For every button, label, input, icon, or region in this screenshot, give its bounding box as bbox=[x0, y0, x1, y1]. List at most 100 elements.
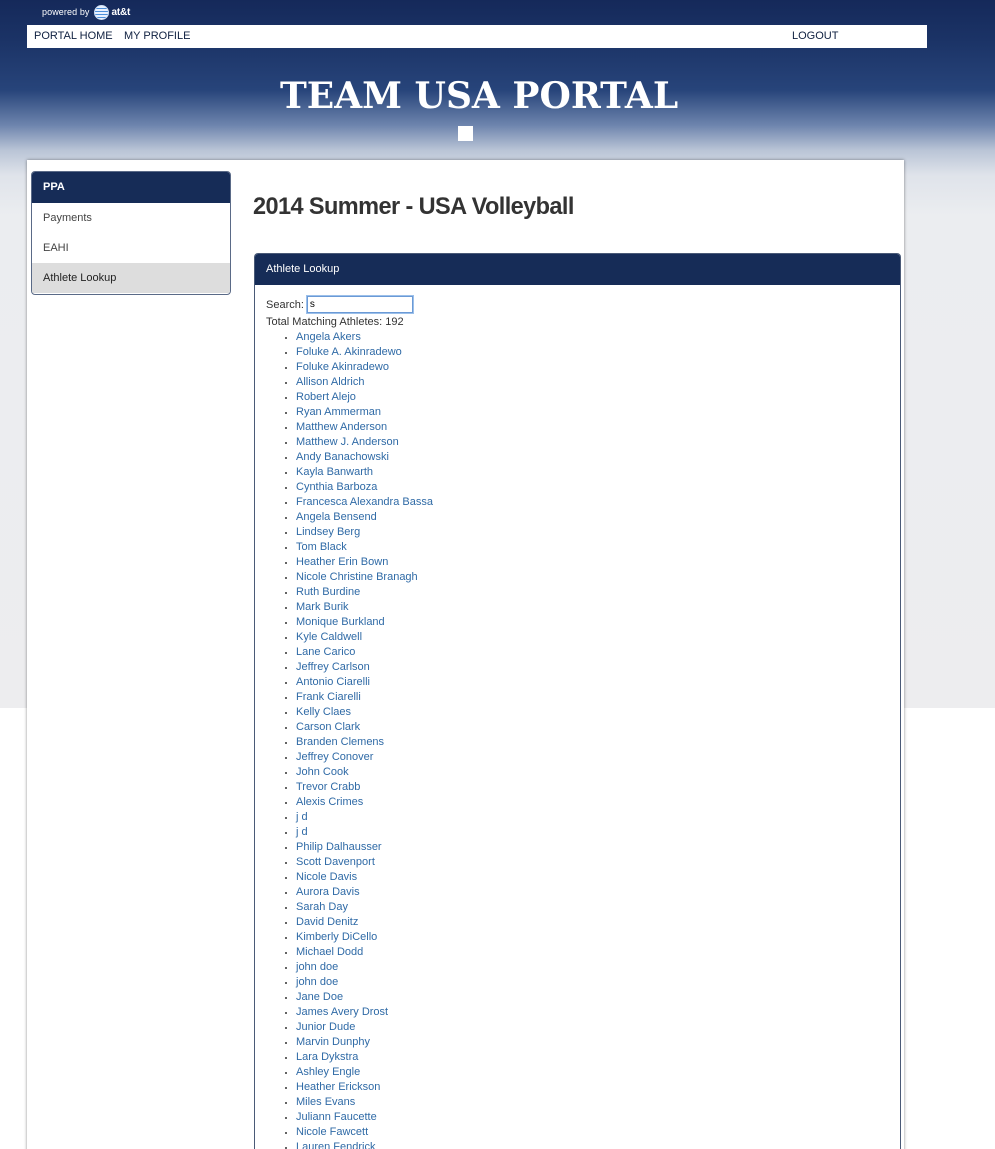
athlete-link[interactable]: Ashley Engle bbox=[296, 1066, 360, 1078]
athlete-link[interactable]: Ryan Ammerman bbox=[296, 406, 381, 418]
list-item: Mark Burik bbox=[296, 600, 433, 615]
list-item: Lara Dykstra bbox=[296, 1050, 433, 1065]
list-item: Kimberly DiCello bbox=[296, 930, 433, 945]
list-item: Nicole Davis bbox=[296, 870, 433, 885]
nav-logout[interactable]: LOGOUT bbox=[792, 30, 838, 42]
athlete-link[interactable]: Miles Evans bbox=[296, 1096, 355, 1108]
athlete-link[interactable]: Frank Ciarelli bbox=[296, 691, 361, 703]
athlete-link[interactable]: David Denitz bbox=[296, 916, 358, 928]
athlete-link[interactable]: Jeffrey Carlson bbox=[296, 661, 370, 673]
athlete-link[interactable]: Monique Burkland bbox=[296, 616, 385, 628]
list-item: Heather Erin Bown bbox=[296, 555, 433, 570]
athlete-link[interactable]: Heather Erickson bbox=[296, 1081, 380, 1093]
athlete-link[interactable]: Marvin Dunphy bbox=[296, 1036, 370, 1048]
athlete-link[interactable]: Andy Banachowski bbox=[296, 451, 389, 463]
athlete-link[interactable]: John Cook bbox=[296, 766, 349, 778]
list-item: Branden Clemens bbox=[296, 735, 433, 750]
athlete-link[interactable]: Mark Burik bbox=[296, 601, 349, 613]
list-item: Jeffrey Conover bbox=[296, 750, 433, 765]
athlete-link[interactable]: Juliann Faucette bbox=[296, 1111, 377, 1123]
athlete-link[interactable]: Allison Aldrich bbox=[296, 376, 364, 388]
athlete-link[interactable]: Junior Dude bbox=[296, 1021, 355, 1033]
list-item: Cynthia Barboza bbox=[296, 480, 433, 495]
list-item: Sarah Day bbox=[296, 900, 433, 915]
athlete-link[interactable]: Kelly Claes bbox=[296, 706, 351, 718]
athlete-link[interactable]: Matthew Anderson bbox=[296, 421, 387, 433]
athlete-link[interactable]: Tom Black bbox=[296, 541, 347, 553]
athlete-link[interactable]: Jane Doe bbox=[296, 991, 343, 1003]
athlete-link[interactable]: Foluke Akinradewo bbox=[296, 361, 389, 373]
nav-portal-home[interactable]: PORTAL HOME bbox=[34, 30, 113, 42]
athlete-link[interactable]: john doe bbox=[296, 961, 338, 973]
search-row: Search: bbox=[266, 295, 414, 314]
sidebar-item-athlete-lookup[interactable]: Athlete Lookup bbox=[32, 263, 230, 293]
list-item: Matthew Anderson bbox=[296, 420, 433, 435]
att-logo-text: at&t bbox=[111, 6, 131, 18]
athlete-link[interactable]: Sarah Day bbox=[296, 901, 348, 913]
sidebar-heading: PPA bbox=[32, 172, 230, 203]
athlete-link[interactable]: Kimberly DiCello bbox=[296, 931, 377, 943]
athlete-link[interactable]: Nicole Christine Branagh bbox=[296, 571, 418, 583]
athlete-link[interactable]: Kayla Banwarth bbox=[296, 466, 373, 478]
athlete-link[interactable]: Philip Dalhausser bbox=[296, 841, 382, 853]
list-item: Scott Davenport bbox=[296, 855, 433, 870]
athlete-link[interactable]: Scott Davenport bbox=[296, 856, 375, 868]
athlete-link[interactable]: Robert Alejo bbox=[296, 391, 356, 403]
list-item: Nicole Fawcett bbox=[296, 1125, 433, 1140]
list-item: Trevor Crabb bbox=[296, 780, 433, 795]
list-item: Foluke Akinradewo bbox=[296, 360, 433, 375]
athlete-link[interactable]: Francesca Alexandra Bassa bbox=[296, 496, 433, 508]
list-item: James Avery Drost bbox=[296, 1005, 433, 1020]
list-item: Angela Akers bbox=[296, 330, 433, 345]
athlete-link[interactable]: Lindsey Berg bbox=[296, 526, 360, 538]
list-item: Lindsey Berg bbox=[296, 525, 433, 540]
athlete-link[interactable]: Alexis Crimes bbox=[296, 796, 363, 808]
athlete-link[interactable]: Ruth Burdine bbox=[296, 586, 360, 598]
total-matching-athletes: Total Matching Athletes: 192 bbox=[266, 316, 404, 328]
athlete-link[interactable]: James Avery Drost bbox=[296, 1006, 388, 1018]
list-item: Heather Erickson bbox=[296, 1080, 433, 1095]
search-label: Search: bbox=[266, 298, 304, 311]
athlete-link[interactable]: Heather Erin Bown bbox=[296, 556, 388, 568]
athlete-link[interactable]: Branden Clemens bbox=[296, 736, 384, 748]
att-globe-icon bbox=[93, 4, 109, 20]
list-item: Philip Dalhausser bbox=[296, 840, 433, 855]
sidebar: PPA Payments EAHI Athlete Lookup bbox=[31, 171, 231, 295]
sidebar-item-payments[interactable]: Payments bbox=[32, 203, 230, 233]
athlete-link[interactable]: Cynthia Barboza bbox=[296, 481, 377, 493]
athlete-link[interactable]: j d bbox=[296, 826, 308, 838]
athlete-link[interactable]: Angela Akers bbox=[296, 331, 361, 343]
athlete-lookup-panel: Athlete Lookup Search: Total Matching At… bbox=[254, 253, 901, 1149]
athlete-link[interactable]: Trevor Crabb bbox=[296, 781, 360, 793]
athlete-link[interactable]: Carson Clark bbox=[296, 721, 360, 733]
athlete-link[interactable]: john doe bbox=[296, 976, 338, 988]
athlete-link[interactable]: Lauren Fendrick bbox=[296, 1141, 376, 1149]
list-item: j d bbox=[296, 825, 433, 840]
sidebar-item-eahi[interactable]: EAHI bbox=[32, 233, 230, 263]
athlete-link[interactable]: Nicole Fawcett bbox=[296, 1126, 368, 1138]
list-item: John Cook bbox=[296, 765, 433, 780]
athlete-link[interactable]: Aurora Davis bbox=[296, 886, 360, 898]
list-item: Kyle Caldwell bbox=[296, 630, 433, 645]
athlete-link[interactable]: Lane Carico bbox=[296, 646, 355, 658]
athlete-link[interactable]: Kyle Caldwell bbox=[296, 631, 362, 643]
athlete-link[interactable]: Angela Bensend bbox=[296, 511, 377, 523]
athlete-link[interactable]: j d bbox=[296, 811, 308, 823]
nav-my-profile[interactable]: MY PROFILE bbox=[124, 30, 190, 42]
athlete-link[interactable]: Nicole Davis bbox=[296, 871, 357, 883]
list-item: Alexis Crimes bbox=[296, 795, 433, 810]
search-input[interactable] bbox=[305, 295, 414, 314]
powered-by-att: powered by at&t bbox=[42, 4, 131, 20]
list-item: Nicole Christine Branagh bbox=[296, 570, 433, 585]
athlete-link[interactable]: Antonio Ciarelli bbox=[296, 676, 370, 688]
athlete-link[interactable]: Foluke A. Akinradewo bbox=[296, 346, 402, 358]
athlete-link[interactable]: Matthew J. Anderson bbox=[296, 436, 399, 448]
athlete-link[interactable]: Michael Dodd bbox=[296, 946, 363, 958]
athlete-link[interactable]: Lara Dykstra bbox=[296, 1051, 358, 1063]
athlete-link[interactable]: Jeffrey Conover bbox=[296, 751, 373, 763]
list-item: David Denitz bbox=[296, 915, 433, 930]
list-item: Monique Burkland bbox=[296, 615, 433, 630]
list-item: Angela Bensend bbox=[296, 510, 433, 525]
list-item: Robert Alejo bbox=[296, 390, 433, 405]
athlete-list: Angela Akers Foluke A. Akinradewo Foluke A… bbox=[266, 330, 433, 1149]
